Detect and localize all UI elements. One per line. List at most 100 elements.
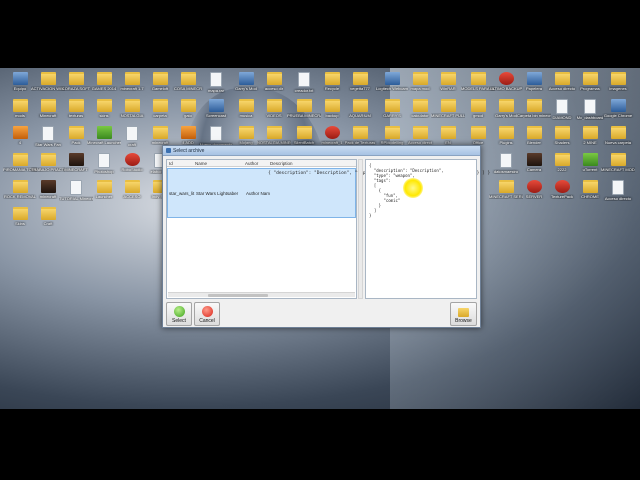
- desktop-icon[interactable]: 4: [6, 126, 34, 154]
- desktop-icon[interactable]: ROCK REMOVAL: [4, 180, 36, 208]
- desktop-icon[interactable]: mods: [6, 99, 34, 127]
- desktop-icon[interactable]: GARRY'S: [378, 99, 406, 127]
- desktop-icon[interactable]: TexturePack: [548, 180, 576, 208]
- json-preview-panel[interactable]: { "description": "Description", "type": …: [365, 159, 477, 299]
- desktop-icon[interactable]: Nueva carpeta: [604, 126, 632, 154]
- desktop-icon[interactable]: Blender: [520, 126, 548, 154]
- desktop-icon[interactable]: TRABAJO PRACTICO: [31, 153, 65, 181]
- desktop-icon[interactable]: Screencast: [202, 99, 230, 127]
- select-button[interactable]: Select: [166, 302, 192, 326]
- dialog-titlebar[interactable]: Select archive: [163, 146, 480, 156]
- folder-icon: [582, 126, 598, 139]
- desktop-icon[interactable]: Plugins: [492, 126, 520, 154]
- desktop-icon[interactable]: Mc_dashboard: [576, 99, 604, 127]
- desktop-icon[interactable]: Acceso directo: [548, 72, 576, 100]
- select-archive-dialog: Select archive Id Name Author Descriptio…: [162, 145, 490, 328]
- scrollbar-thumb[interactable]: [208, 294, 268, 297]
- desktop-icon[interactable]: Photoshop: [90, 153, 118, 181]
- desktop-icon[interactable]: backup: [318, 99, 346, 127]
- desktop-icon[interactable]: 2 MINE: [576, 126, 604, 154]
- archive-table[interactable]: Id Name Author Description star_wars_lit…: [166, 159, 490, 299]
- desktop-icon[interactable]: minecraft: [34, 180, 62, 208]
- desktop-icon[interactable]: CORAZA SOFT: [62, 72, 90, 100]
- desktop-icon[interactable]: Papelera: [520, 72, 548, 100]
- desktop-icon[interactable]: ACCESO: [118, 180, 146, 208]
- cancel-button[interactable]: Cancel: [194, 302, 220, 326]
- browse-button[interactable]: Browse: [450, 302, 477, 326]
- desktop-icon[interactable]: GAMES 2014: [90, 72, 118, 100]
- desktop-icon[interactable]: imagenes: [604, 72, 632, 100]
- desktop-icon[interactable]: MINECRAFT PULLLM: [431, 99, 465, 127]
- desktop-icon[interactable]: DIAMOND: [548, 99, 576, 127]
- column-header-description[interactable]: Description: [270, 161, 293, 166]
- folder-icon: [12, 207, 28, 220]
- desktop-icon[interactable]: Launcher: [90, 180, 118, 208]
- desktop-icon[interactable]: uTorrent: [576, 153, 604, 181]
- desktop-icon[interactable]: mapa mod: [406, 72, 434, 100]
- folder-icon: [352, 72, 368, 85]
- folder-icon: [526, 126, 542, 139]
- desktop-icon[interactable]: mapa.rar: [202, 72, 230, 100]
- desktop-icon[interactable]: Craft: [34, 207, 62, 235]
- table-row[interactable]: star_wars_lit Star Wars Lightsaber Autho…: [167, 168, 490, 218]
- desktop-icon[interactable]: COSA MINECR: [174, 72, 202, 100]
- desktop-icon[interactable]: CHROME: [576, 180, 604, 208]
- desktop-icon[interactable]: calculator: [406, 99, 434, 127]
- desktop-icon[interactable]: acceso dir: [260, 72, 288, 100]
- desktop-icon[interactable]: Minecraft: [34, 99, 62, 127]
- desktop-icon[interactable]: VIDEOS: [260, 99, 288, 127]
- desktop-icon[interactable]: Recycle: [318, 72, 346, 100]
- desktop-icon[interactable]: Programas: [576, 72, 604, 100]
- folder-icon: [124, 72, 140, 85]
- desktop-icon[interactable]: Equipo: [6, 72, 34, 100]
- desktop-icon[interactable]: Carpeta bin minecraft: [517, 99, 551, 127]
- desktop-icon[interactable]: ACTIVACION WIN 8: [31, 72, 65, 100]
- cell-name: Star Wars Lightsaber: [196, 191, 239, 196]
- desktop-icon[interactable]: Camera: [520, 153, 548, 181]
- desktop-icon[interactable]: Acceso directo: [604, 180, 632, 208]
- desktop-icon[interactable]: TUTORIAL Minecraft: [59, 180, 93, 208]
- desktop-icon[interactable]: Minecraft Launcher: [87, 126, 121, 154]
- desktop-icon[interactable]: gato: [174, 99, 202, 127]
- desktop-icon[interactable]: RoboStudio: [118, 153, 146, 181]
- desktop-icon[interactable]: vegetta777: [346, 72, 374, 100]
- desktop-icon[interactable]: PRUEBA MINECRAFT: [287, 99, 321, 127]
- desktop-icon[interactable]: craft: [118, 126, 146, 154]
- desktop-icon[interactable]: Gameloft: [146, 72, 174, 100]
- desktop-icon[interactable]: minecraft 1.7: [118, 72, 146, 100]
- desktop-icon[interactable]: Garry's Mod: [232, 72, 260, 100]
- desktop-icon[interactable]: PIROMANIA TORRENT: [3, 153, 37, 181]
- desktop-icon[interactable]: Logitech Webcam: [376, 72, 408, 100]
- desktop-icon[interactable]: MINECRAFT MODE: [601, 153, 635, 181]
- desktop-icon[interactable]: MODELS PARA SOURCE: [461, 72, 495, 100]
- horizontal-scrollbar[interactable]: [168, 292, 355, 297]
- vertical-scrollbar[interactable]: [358, 159, 363, 299]
- desktop-icon[interactable]: NOSTALGIA: [118, 99, 146, 127]
- desktop-icon[interactable]: musica: [232, 99, 260, 127]
- desktop-icon[interactable]: WinRAR: [434, 72, 462, 100]
- desktop-icon[interactable]: Garry's Mod: [492, 99, 520, 127]
- file-icon: [238, 72, 254, 85]
- desktop-icon[interactable]: texturas: [62, 99, 90, 127]
- column-header-id[interactable]: Id: [169, 161, 173, 166]
- desktop-icon[interactable]: carpeta: [146, 99, 174, 127]
- desktop-icon[interactable]: Skins: [6, 207, 34, 235]
- column-header-author[interactable]: Author: [245, 161, 258, 166]
- desktop-icon[interactable]: ULTIMO BACKUP: [490, 72, 522, 100]
- desktop-icon[interactable]: gmod: [464, 99, 492, 127]
- desktop-icon[interactable]: datosmaestro: [492, 153, 520, 181]
- desktop-icon[interactable]: AQUARIUM: [346, 99, 374, 127]
- desktop-icon[interactable]: Pack: [62, 126, 90, 154]
- desktop-icon[interactable]: 2222: [548, 153, 576, 181]
- desktop-icon[interactable]: skins: [90, 99, 118, 127]
- file-icon: [210, 126, 222, 141]
- column-header-name[interactable]: Name: [195, 161, 207, 166]
- desktop-icon[interactable]: Star Wars Fan: [34, 126, 62, 154]
- desktop-icon[interactable]: creador.txt: [290, 72, 318, 100]
- desktop-icon[interactable]: Shaders: [548, 126, 576, 154]
- desktop-icon[interactable]: SERVER: [520, 180, 548, 208]
- desktop-icon[interactable]: MINECRAFT SERIAL: [489, 180, 523, 208]
- desktop-icon[interactable]: Google Chrome: [604, 99, 632, 127]
- desktop-icon[interactable]: MINECRAFT: [62, 153, 90, 181]
- folder-icon: [266, 126, 282, 139]
